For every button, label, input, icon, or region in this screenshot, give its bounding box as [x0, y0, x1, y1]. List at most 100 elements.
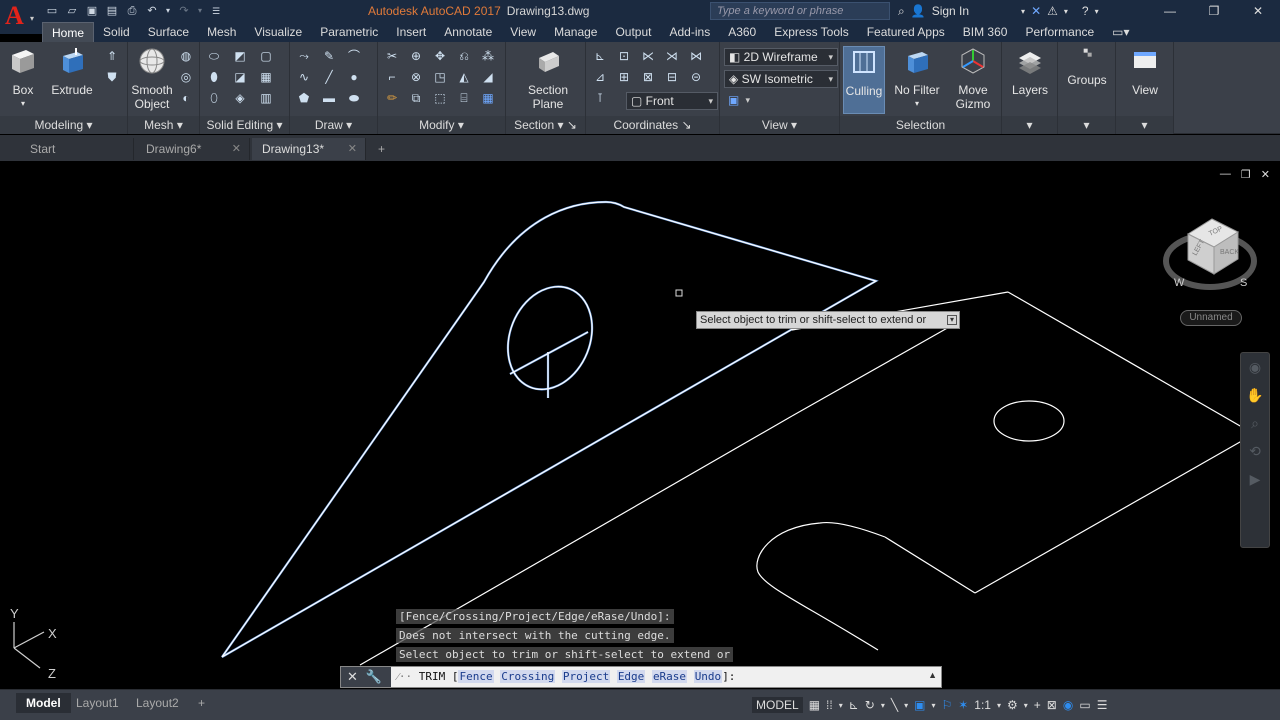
restore-icon[interactable]: ❐	[1241, 168, 1251, 181]
compass-south[interactable]: S	[1240, 277, 1247, 289]
mesh-smooth-more-icon[interactable]: ◍	[178, 48, 194, 64]
command-prompt[interactable]: ⁄·· TRIM [Fence Crossing Project Edge eR…	[397, 670, 735, 683]
erase-icon[interactable]: ◭	[456, 69, 472, 85]
save-as-icon[interactable]: ▤	[104, 4, 120, 18]
culling-button[interactable]: Culling	[843, 46, 885, 114]
tab-a360[interactable]: A360	[719, 22, 765, 42]
tab-visualize[interactable]: Visualize	[245, 22, 311, 42]
ucs-y-icon[interactable]: ⋊	[664, 48, 680, 64]
redo-dropdown-icon[interactable]: ▾	[196, 4, 204, 18]
help-icon[interactable]: ?	[1082, 4, 1089, 18]
grid-icon[interactable]: ▦	[809, 698, 820, 712]
chevron-down-icon[interactable]: ▾	[1064, 7, 1068, 16]
layout-tab-layout1[interactable]: Layout1	[66, 693, 129, 713]
layers-button[interactable]: Layers	[1008, 46, 1052, 97]
chevron-down-icon[interactable]: ▾	[839, 701, 843, 710]
showmotion-icon[interactable]: ▶	[1241, 465, 1269, 493]
zoom-icon[interactable]: ⌕	[1241, 409, 1269, 437]
hatch-icon[interactable]: ⌸	[456, 90, 472, 106]
tab-manage[interactable]: Manage	[545, 22, 606, 42]
annotation-scale-value[interactable]: 1:1	[974, 698, 991, 712]
add-icon[interactable]: +	[1034, 698, 1041, 712]
restore-icon[interactable]: ❐	[1192, 0, 1236, 22]
copy-icon[interactable]: ⧉	[408, 90, 424, 106]
polygon-icon[interactable]: ⬟	[296, 90, 312, 106]
union-icon[interactable]: ⬭	[206, 48, 222, 64]
array-icon[interactable]: ⁂	[480, 48, 496, 64]
move-gizmo-button[interactable]: Move Gizmo	[950, 46, 996, 111]
stretch-icon[interactable]: ⬚	[432, 90, 448, 106]
tab-annotate[interactable]: Annotate	[435, 22, 501, 42]
binoculars-icon[interactable]: ⌕	[898, 4, 905, 19]
chevron-down-icon[interactable]: ▾	[904, 701, 908, 710]
new-file-icon[interactable]: ▭	[44, 4, 60, 18]
redo-icon[interactable]: ↷	[176, 4, 192, 18]
ucs-icon[interactable]: ⊾	[592, 48, 608, 64]
tab-bim-360[interactable]: BIM 360	[954, 22, 1017, 42]
mesh-refine-icon[interactable]: ◎	[178, 69, 194, 85]
ucs-view-dropdown[interactable]: ▢ Front ▾	[626, 92, 718, 110]
tab-mesh[interactable]: Mesh	[198, 22, 245, 42]
coordinates-panel-label[interactable]: Coordinates ↘	[586, 116, 719, 134]
chevron-down-icon[interactable]: ▾	[931, 701, 935, 710]
option-project[interactable]: Project	[561, 670, 611, 683]
tab-home[interactable]: Home	[42, 22, 95, 42]
close-icon[interactable]: ✕	[1236, 0, 1280, 22]
tab-parametric[interactable]: Parametric	[311, 22, 387, 42]
minimize-icon[interactable]: —	[1220, 168, 1231, 181]
modeling-panel-label[interactable]: Modeling ▾	[0, 116, 127, 134]
add-layout-button[interactable]: +	[188, 693, 215, 713]
layout-tab-layout2[interactable]: Layout2	[126, 693, 189, 713]
command-line[interactable]: ✕ 🔧 ⁄·· TRIM [Fence Crossing Project Edg…	[340, 666, 942, 688]
ucs-z-icon[interactable]: ⋈	[688, 48, 704, 64]
offset-icon[interactable]: ◢	[480, 69, 496, 85]
region-icon[interactable]: ⬬	[346, 90, 362, 106]
open-file-icon[interactable]: ▱	[64, 4, 80, 18]
draw-panel-label[interactable]: Draw ▾	[290, 116, 377, 134]
groups-button[interactable]: Groups	[1064, 46, 1110, 87]
minimize-icon[interactable]: —	[1148, 0, 1192, 22]
tab-surface[interactable]: Surface	[139, 22, 198, 42]
snap-icon[interactable]: ⁞⁞	[826, 698, 833, 712]
isolate-icon[interactable]: ⊠	[1047, 698, 1057, 712]
command-history-toggle-icon[interactable]: ▲	[928, 670, 937, 680]
named-view-dropdown[interactable]: Unnamed	[1180, 310, 1242, 326]
new-tab-button[interactable]: +	[370, 138, 396, 160]
explode-icon[interactable]: ✏	[384, 90, 400, 106]
polysolid-icon[interactable]: ⛊	[104, 69, 120, 85]
no-filter-button[interactable]: No Filter ▾	[892, 46, 942, 111]
mesh-panel-label[interactable]: Mesh ▾	[128, 116, 199, 134]
undo-dropdown-icon[interactable]: ▾	[164, 4, 172, 18]
option-edge[interactable]: Edge	[616, 670, 646, 683]
workspace-gear-icon[interactable]: ⚙	[1007, 698, 1018, 712]
option-undo[interactable]: Undo	[693, 670, 723, 683]
orbit-icon[interactable]: ⟲	[1241, 437, 1269, 465]
circle-icon[interactable]: ●	[346, 69, 362, 85]
section-plane-button[interactable]: Section Plane	[524, 46, 572, 111]
model-space-button[interactable]: MODEL	[752, 697, 803, 713]
chevron-down-icon[interactable]: ▾	[881, 701, 885, 710]
3d-scale-icon[interactable]: ◳	[432, 69, 448, 85]
exchange-icon[interactable]: ✕	[1031, 4, 1041, 18]
line-icon[interactable]: ╱	[321, 69, 337, 85]
ucs-x-icon[interactable]: ⋉	[640, 48, 656, 64]
arc-icon[interactable]: ⌒	[346, 48, 362, 64]
3d-mirror-icon[interactable]: ⊗	[408, 69, 424, 85]
search-input[interactable]: Type a keyword or phrase	[710, 2, 890, 20]
extract-edges-icon[interactable]: ◈	[232, 90, 248, 106]
close-icon[interactable]: ✕	[1261, 168, 1270, 181]
modify-panel-label[interactable]: Modify ▾	[378, 116, 505, 134]
customize-qat-icon[interactable]: ☰	[208, 4, 224, 18]
layout-tab-model[interactable]: Model	[16, 693, 71, 713]
separate-icon[interactable]: ▦	[258, 69, 274, 85]
sign-in-button[interactable]: Sign In	[932, 4, 969, 18]
account-icon[interactable]: ⚠	[1047, 4, 1058, 18]
smooth-object-button[interactable]: Smooth Object	[130, 46, 174, 111]
pan-icon[interactable]: ✋	[1241, 381, 1269, 409]
clean-screen-icon[interactable]: ▭	[1079, 698, 1090, 712]
ucs-object-icon[interactable]: ⊟	[664, 69, 680, 85]
chevron-down-icon[interactable]: ▾	[1095, 7, 1099, 16]
save-icon[interactable]: ▣	[84, 4, 100, 18]
ucs-view-icon[interactable]: ⊠	[640, 69, 656, 85]
intersect-icon[interactable]: ⬯	[206, 90, 222, 106]
